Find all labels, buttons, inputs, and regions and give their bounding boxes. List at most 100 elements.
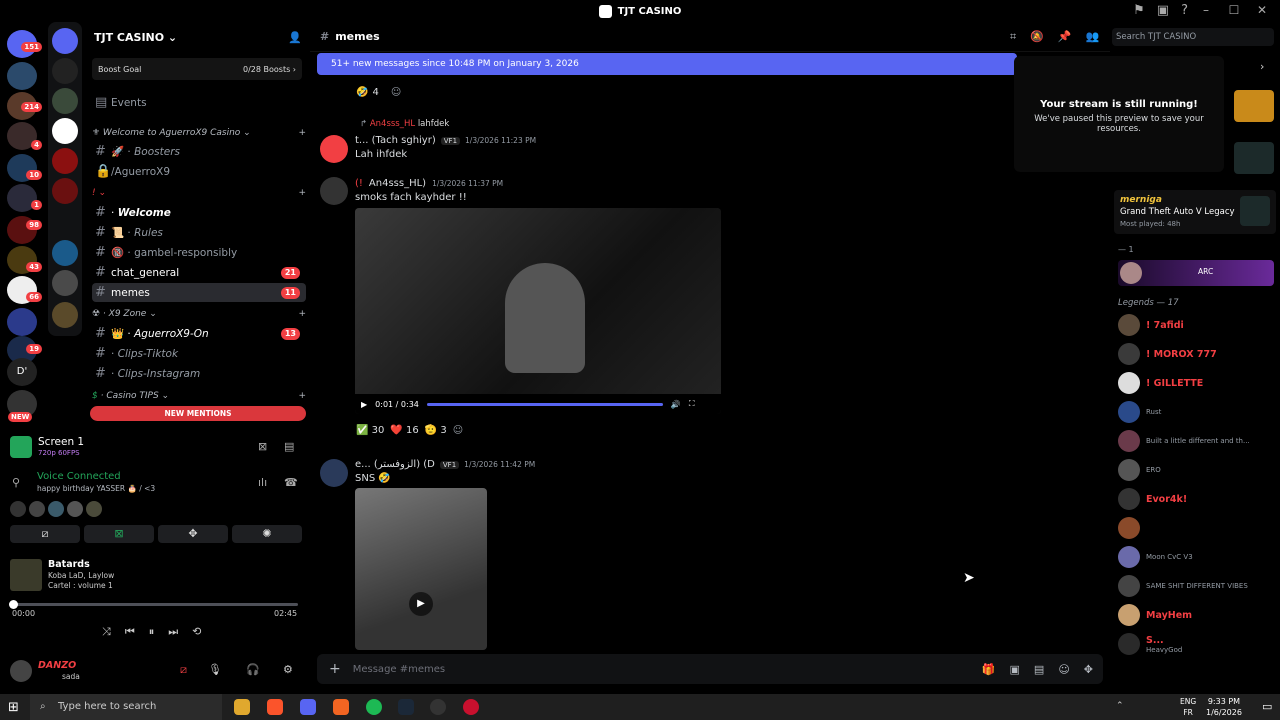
camera-toggle-button[interactable]: ⧄ (10, 525, 80, 543)
maximize-button[interactable]: ☐ (1220, 3, 1248, 17)
category-casino-tips[interactable]: $ · Casino TIPS ⌄ + (92, 391, 306, 401)
server-initial[interactable]: D' (7, 358, 37, 386)
gif-icon[interactable]: ▣ (1010, 663, 1020, 676)
member-list-icon[interactable]: 👥 (1086, 30, 1100, 44)
voice-channel[interactable]: happy birthday YASSER 🎂 / <3 (37, 484, 155, 493)
server-folder[interactable] (7, 308, 37, 336)
channel-boosters[interactable]: # 🚀 · Boosters (92, 142, 306, 161)
fullscreen-icon[interactable]: ⛶ (689, 399, 695, 409)
avatar[interactable] (29, 501, 45, 517)
server-icon[interactable] (52, 178, 78, 204)
channel-welcome[interactable]: # · Welcome (92, 203, 306, 222)
member-row[interactable]: ! MOROX 777 (1118, 341, 1278, 367)
reply-preview[interactable]: ↱ An4sss_HL lahfdek (360, 119, 449, 129)
emoji-icon[interactable]: ☺ (1058, 663, 1069, 676)
user-avatar[interactable] (10, 660, 32, 682)
category-unnamed[interactable]: ! ⌄ + (92, 188, 306, 198)
taskbar-search[interactable]: ⌕ Type here to search (30, 694, 222, 720)
server-header[interactable]: TJT CASINO ⌄ 👤 (86, 22, 310, 52)
shuffle-icon[interactable]: ⤨ (102, 625, 111, 639)
previous-icon[interactable]: ⏮ (125, 625, 135, 639)
pause-icon[interactable]: ⏸ (149, 625, 155, 639)
gift-icon[interactable]: 🎁 (982, 663, 996, 676)
member-row[interactable]: Evor4k! (1118, 486, 1278, 512)
avatar[interactable] (320, 459, 348, 487)
play-icon[interactable]: ▶ (409, 592, 433, 616)
user-name[interactable]: DANZO (38, 660, 76, 671)
video-player[interactable]: ▶ 0:01 / 0:34 🔊 ⛶ (355, 208, 721, 414)
new-mentions-button[interactable]: NEW MENTIONS (90, 406, 306, 421)
voice-status[interactable]: Voice Connected (37, 471, 121, 482)
add-channel-icon[interactable]: + (298, 128, 306, 138)
member-row[interactable]: SAME SHIT DIFFERENT VIBES (1118, 573, 1278, 599)
activity-card[interactable]: merniga Grand Theft Auto V Legacy Most p… (1114, 190, 1276, 234)
threads-icon[interactable]: ⌗ (1010, 30, 1016, 44)
inbox-icon[interactable]: ⚑ (1133, 3, 1145, 18)
obs-icon[interactable] (430, 699, 446, 715)
steam-icon[interactable] (398, 699, 414, 715)
server-icon[interactable] (52, 88, 78, 114)
minimize-button[interactable]: – (1192, 3, 1220, 17)
server-icon[interactable] (52, 58, 78, 84)
sticker-icon[interactable]: ▤ (1034, 663, 1044, 676)
app-icon[interactable] (463, 699, 479, 715)
file-explorer-icon[interactable] (234, 699, 250, 715)
category-welcome[interactable]: ⚜ Welcome to AguerroX9 Casino ⌄ + (92, 128, 306, 138)
screen-share-button[interactable]: ⊠ (84, 525, 154, 543)
member-row[interactable]: MayHem (1118, 602, 1278, 628)
discord-avatar[interactable] (320, 135, 348, 163)
signal-icon[interactable]: ⚲ (12, 476, 20, 489)
member-row[interactable]: ARC (1118, 260, 1274, 286)
reaction[interactable]: 🤣 4 ☺ (356, 82, 401, 102)
disconnect-icon[interactable]: ☎ (284, 476, 298, 489)
reaction[interactable]: ❤️ 16 (390, 425, 418, 436)
settings-gear-icon[interactable]: ⚙ (283, 663, 293, 676)
avatar[interactable] (67, 501, 83, 517)
reaction[interactable]: 🫡 3 (425, 425, 447, 436)
channel-aguerro-on[interactable]: # 👑 · AguerroX9-On 13 (92, 324, 306, 343)
avatar[interactable] (320, 177, 348, 205)
clock[interactable]: 9:33 PM 1/6/2026 (1206, 696, 1242, 718)
avatar[interactable] (48, 501, 64, 517)
server-icon[interactable] (52, 302, 78, 328)
folder-icon[interactable] (52, 28, 78, 54)
brave-browser-icon[interactable] (267, 699, 283, 715)
attach-icon[interactable]: + (329, 661, 341, 677)
channel-clips-tiktok[interactable]: # · Clips-Tiktok (92, 344, 306, 363)
search-input[interactable]: Search TJT CASINO (1112, 28, 1274, 46)
next-icon[interactable]: ⏭ (168, 625, 178, 639)
server-icon[interactable] (7, 62, 37, 90)
channel-aguerro[interactable]: 🔒/AguerroX9 (92, 162, 306, 181)
noise-icon[interactable]: ılı (258, 476, 267, 489)
member-row[interactable]: Rust (1118, 399, 1278, 425)
headphones-icon[interactable]: 🎧 (246, 663, 260, 676)
events-item[interactable]: ▤ Events (92, 93, 306, 112)
activities-button[interactable]: ✥ (158, 525, 228, 543)
notifications-icon[interactable]: ▭ (1262, 700, 1272, 713)
volume-icon[interactable]: 🔊 (671, 400, 681, 409)
member-row[interactable] (1118, 515, 1278, 541)
close-button[interactable]: ✕ (1248, 3, 1276, 17)
message-composer[interactable]: + Message #memes 🎁 ▣ ▤ ☺ ✥ (317, 654, 1103, 684)
channel-clips-instagram[interactable]: # · Clips-Instagram (92, 364, 306, 383)
video-progress[interactable] (426, 402, 663, 406)
popout-icon[interactable]: ⊠ (258, 440, 267, 453)
member-row[interactable]: ! 7afidi (1118, 312, 1278, 338)
chevron-right-icon[interactable]: › (1260, 60, 1264, 73)
channel-rules[interactable]: # 📜 · Rules (92, 223, 306, 242)
play-icon[interactable]: ▶ (361, 400, 367, 409)
stream-preview-notice[interactable]: Your stream is still running! We've paus… (1014, 56, 1224, 172)
message-author[interactable]: e... (الزوفستر) (D (355, 459, 435, 470)
reaction[interactable]: ✅ 30 (356, 425, 384, 436)
add-reaction-icon[interactable]: ☺ (453, 425, 463, 436)
pin-icon[interactable]: 📌 (1058, 30, 1072, 44)
member-row[interactable]: ! GILLETTE (1118, 370, 1278, 396)
message-author[interactable]: t... (Tach sghiyr) (355, 135, 436, 146)
app-icon[interactable] (333, 699, 349, 715)
member-row[interactable]: Built a little different and th... (1118, 428, 1278, 454)
stream-settings-icon[interactable]: ▤ (284, 440, 294, 453)
server-icon[interactable] (52, 240, 78, 266)
message-input[interactable]: Message #memes (353, 664, 445, 675)
server-icon[interactable] (52, 148, 78, 174)
screen-icon[interactable]: ▣ (1157, 3, 1169, 18)
